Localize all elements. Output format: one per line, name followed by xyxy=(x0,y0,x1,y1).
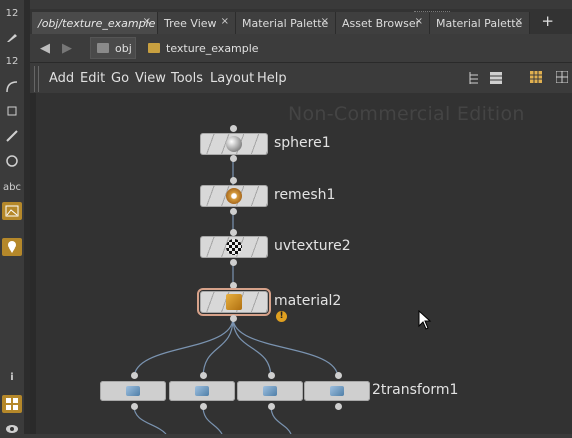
node-uvtexture2[interactable] xyxy=(200,236,268,258)
input-connector[interactable] xyxy=(335,372,342,379)
node-sphere1[interactable] xyxy=(200,133,268,155)
node-transform-c[interactable] xyxy=(237,381,303,401)
tool-12b-icon[interactable]: 12 xyxy=(2,52,22,70)
back-icon[interactable]: ◀ xyxy=(40,41,50,56)
node-material2[interactable] xyxy=(197,288,271,316)
input-connector[interactable] xyxy=(230,229,237,236)
tab-tree-view[interactable]: Tree View × xyxy=(158,12,236,34)
input-connector[interactable] xyxy=(230,125,237,132)
curve-icon[interactable] xyxy=(2,78,22,96)
menu-help[interactable]: Help xyxy=(257,71,287,86)
node-transform-a[interactable] xyxy=(100,381,166,401)
text-icon[interactable]: abc xyxy=(2,178,22,196)
grid-icon[interactable] xyxy=(2,395,22,413)
node-transform-b[interactable] xyxy=(169,381,235,401)
pin-icon[interactable] xyxy=(2,238,22,256)
node-label-sphere1: sphere1 xyxy=(274,135,331,151)
material-icon xyxy=(226,294,242,310)
tab-asset-browser[interactable]: Asset Browser × xyxy=(336,12,430,34)
output-connector[interactable] xyxy=(268,403,275,410)
remesh-icon xyxy=(226,188,242,204)
left-toolbar: 12 12 abc i xyxy=(0,0,25,434)
tab-network[interactable]: /obj/texture_example × xyxy=(32,12,158,34)
menu-view[interactable]: View xyxy=(135,71,166,86)
transform-icon xyxy=(195,386,209,396)
info-icon[interactable]: i xyxy=(2,368,22,386)
node-label-transform: 2transform1 xyxy=(372,382,459,398)
tile-view-icon[interactable] xyxy=(555,70,570,85)
grid-view-icon[interactable] xyxy=(530,71,544,85)
close-icon[interactable]: × xyxy=(415,16,423,27)
menu-tools[interactable]: Tools xyxy=(171,71,203,86)
brush-icon[interactable] xyxy=(2,28,22,46)
menu-layout[interactable]: Layout xyxy=(210,71,254,86)
node-transform-d[interactable] xyxy=(304,381,370,401)
checker-icon xyxy=(226,239,242,255)
output-connector[interactable] xyxy=(230,155,237,162)
mouse-cursor-icon xyxy=(418,310,432,330)
menu-go[interactable]: Go xyxy=(111,71,129,86)
output-connector[interactable] xyxy=(230,208,237,215)
tab-bar: /obj/texture_example × Tree View × Materia… xyxy=(30,9,572,34)
menu-edit[interactable]: Edit xyxy=(80,71,105,86)
menu-grip[interactable] xyxy=(34,66,39,92)
tool-12-icon[interactable]: 12 xyxy=(2,4,22,22)
input-connector[interactable] xyxy=(230,177,237,184)
list-view-icon[interactable] xyxy=(490,71,504,85)
breadcrumb-texture-example[interactable]: texture_example xyxy=(142,37,402,59)
output-connector[interactable] xyxy=(200,403,207,410)
forward-icon[interactable]: ▶ xyxy=(62,41,72,56)
close-icon[interactable]: × xyxy=(515,16,523,27)
geo-icon xyxy=(148,43,160,53)
node-label-uvtexture2: uvtexture2 xyxy=(274,238,351,254)
add-tab-button[interactable]: + xyxy=(541,14,554,29)
eye-icon[interactable] xyxy=(2,420,22,438)
transform-icon xyxy=(330,386,344,396)
tab-material-palette-2[interactable]: Material Palette × xyxy=(430,12,530,34)
input-connector[interactable] xyxy=(131,372,138,379)
transform-icon[interactable] xyxy=(2,102,22,120)
output-connector[interactable] xyxy=(335,403,342,410)
sphere-icon xyxy=(226,136,242,152)
menu-bar: Add Edit Go View Tools Layout Help xyxy=(30,63,572,93)
breadcrumb-obj[interactable]: obj xyxy=(90,37,136,59)
input-connector[interactable] xyxy=(230,282,237,289)
warning-icon[interactable]: ! xyxy=(276,311,287,322)
close-icon[interactable]: × xyxy=(321,16,329,27)
menu-add[interactable]: Add xyxy=(49,71,74,86)
node-label-remesh1: remesh1 xyxy=(274,187,336,203)
image-icon[interactable] xyxy=(2,202,22,220)
tab-material-palette[interactable]: Material Palette × xyxy=(236,12,336,34)
node-remesh1[interactable] xyxy=(200,185,268,207)
output-connector[interactable] xyxy=(131,403,138,410)
node-icon[interactable] xyxy=(2,152,22,170)
node-label-material2: material2 xyxy=(274,293,342,309)
transform-icon xyxy=(126,386,140,396)
input-connector[interactable] xyxy=(200,372,207,379)
folder-icon xyxy=(97,43,109,53)
transform-icon xyxy=(263,386,277,396)
close-icon[interactable]: × xyxy=(221,16,229,27)
path-bar: ◀ ▶ obj texture_example xyxy=(30,34,572,63)
edge-icon[interactable] xyxy=(2,127,22,145)
tree-layout-icon[interactable] xyxy=(468,71,482,85)
output-connector[interactable] xyxy=(230,315,237,322)
input-connector[interactable] xyxy=(268,372,275,379)
network-canvas[interactable]: Non-Commercial Edition sphere1 remesh1 u… xyxy=(30,93,572,434)
output-connector[interactable] xyxy=(230,259,237,266)
close-icon[interactable]: × xyxy=(143,16,151,27)
